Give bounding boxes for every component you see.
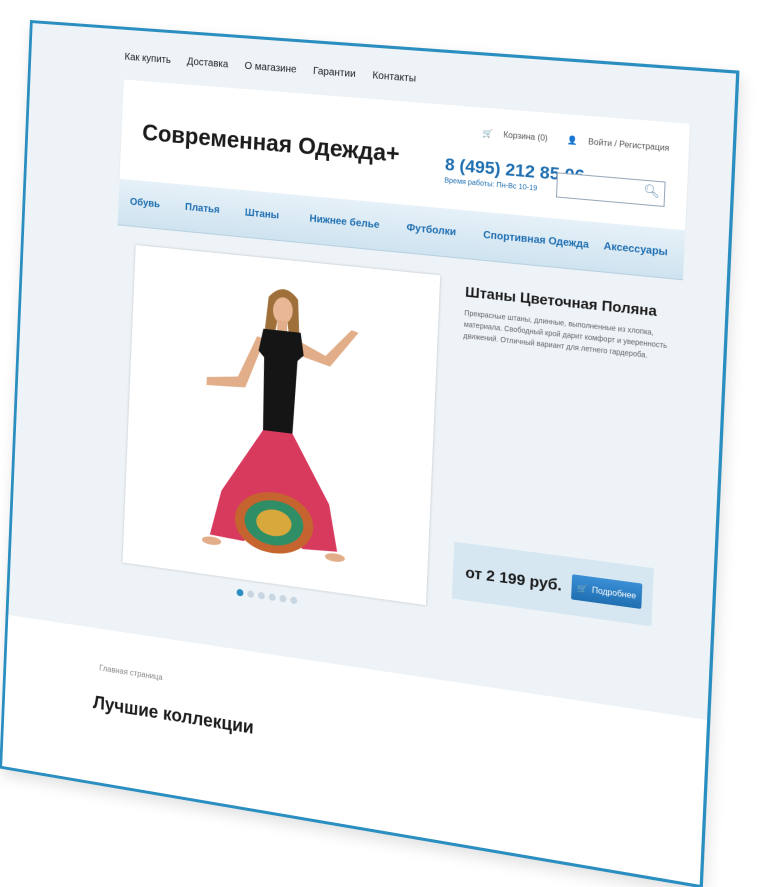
product-info: Штаны Цветочная Поляна Прекрасные штаны,… [463, 283, 687, 366]
details-button[interactable]: 🛒 Подробнее [571, 574, 643, 610]
nav-item-shoes[interactable]: Обувь [130, 197, 160, 211]
slider-dot[interactable] [257, 591, 265, 600]
nav-item-dresses[interactable]: Платья [185, 202, 220, 216]
slider-dot[interactable] [279, 594, 287, 603]
user-icon: 👤 [566, 135, 578, 146]
content-section: Главная страница Лучшие коллекции [2, 614, 708, 885]
product-photo [201, 287, 359, 564]
slider-dot[interactable] [236, 588, 244, 597]
login-label: Войти / Регистрация [588, 136, 670, 154]
mockup-scene: Как купить Доставка О магазине Гарантии … [0, 0, 757, 887]
slider-dot[interactable] [247, 590, 255, 599]
user-links: 🛒 Корзина (0) 👤 Войти / Регистрация [466, 127, 670, 154]
nav-item-underwear[interactable]: Нижнее белье [309, 213, 379, 231]
search-icon[interactable]: 🔍︎ [643, 183, 660, 199]
product-price: от 2 199 руб. [465, 564, 563, 595]
nav-item-pants[interactable]: Штаны [245, 207, 280, 221]
slider-dot[interactable] [290, 596, 298, 605]
nav-item-tshirts[interactable]: Футболки [406, 222, 456, 238]
top-menu-about[interactable]: О магазине [244, 61, 296, 76]
search-input[interactable]: 🔍︎ [555, 172, 666, 208]
cart-link[interactable]: 🛒 Корзина (0) [474, 128, 548, 143]
slider-dot[interactable] [268, 593, 276, 602]
cart-label: Корзина (0) [503, 130, 548, 144]
breadcrumb[interactable]: Главная страница [99, 663, 163, 682]
slider-dots [236, 588, 298, 605]
details-button-label: Подробнее [591, 584, 637, 601]
website-screen: Как купить Доставка О магазине Гарантии … [0, 20, 740, 887]
top-menu-delivery[interactable]: Доставка [187, 56, 229, 70]
site-logo[interactable]: Современная Одежда+ [142, 119, 400, 168]
top-menu-guarantees[interactable]: Гарантии [313, 66, 356, 80]
price-bar: от 2 199 руб. 🛒 Подробнее [451, 541, 654, 627]
login-link[interactable]: 👤 Войти / Регистрация [558, 135, 670, 154]
cart-icon: 🛒 [482, 128, 494, 139]
top-menu-how-to-buy[interactable]: Как купить [124, 52, 171, 66]
top-menu-contacts[interactable]: Контакты [372, 70, 416, 85]
nav-item-accessories[interactable]: Аксессуары [603, 241, 668, 259]
nav-item-sportswear[interactable]: Спортивная Одежда [483, 230, 589, 251]
cart-icon: 🛒 [576, 582, 588, 594]
top-menu: Как купить Доставка О магазине Гарантии … [124, 52, 430, 86]
section-title: Лучшие коллекции [92, 692, 255, 738]
product-slide[interactable] [122, 245, 441, 606]
